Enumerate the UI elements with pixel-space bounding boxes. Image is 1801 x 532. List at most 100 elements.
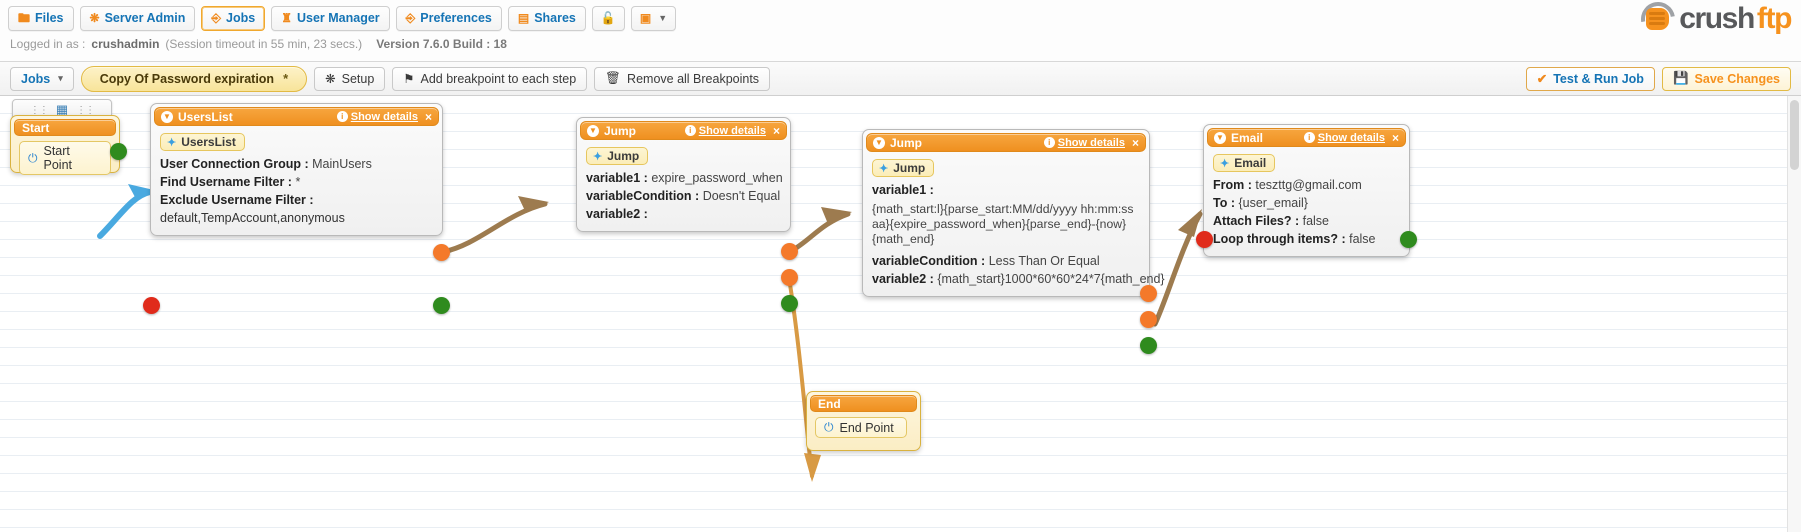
- node-output-port-orange-false[interactable]: [781, 269, 798, 286]
- start-node-title: Start: [22, 120, 50, 135]
- property-value: teszttg@gmail.com: [1255, 178, 1362, 192]
- book-icon: ▤: [517, 11, 530, 25]
- start-output-port[interactable]: [110, 143, 127, 160]
- property-row: To : {user_email}: [1213, 194, 1400, 212]
- show-details-link[interactable]: i Show details: [336, 111, 418, 123]
- add-breakpoint-button[interactable]: ⚑ Add breakpoint to each step: [392, 66, 588, 91]
- property-row: Loop through items? : false: [1213, 230, 1400, 248]
- end-node[interactable]: End ⏻ End Point: [806, 391, 921, 451]
- property-key: Find Username Filter :: [160, 175, 292, 189]
- node-title: Jump: [890, 135, 923, 150]
- nav-item-jobs[interactable]: ⎆ Jobs: [201, 5, 266, 31]
- gear-icon: ❋: [89, 11, 100, 25]
- node-type-chip[interactable]: ✦ Jump: [872, 159, 935, 177]
- start-node[interactable]: Start ⏻ Start Point: [10, 115, 127, 175]
- job-toolbar: Jobs ▾ Copy Of Password expiration * ❋ S…: [0, 62, 1801, 96]
- nav-label: Jobs: [226, 11, 256, 25]
- node-header[interactable]: ▼ Email i Show details ×: [1207, 128, 1406, 147]
- collapse-icon[interactable]: ▼: [587, 124, 599, 137]
- node-type-chip[interactable]: ✦ Email: [1213, 154, 1276, 172]
- nav-button-group: 🖿 Files ❋ Server Admin ⎆ Jobs ♜ User Man…: [8, 4, 1793, 32]
- collapse-icon[interactable]: ▼: [161, 110, 173, 123]
- info-icon: i: [1043, 137, 1055, 148]
- node-type-chip[interactable]: ✦ UsersList: [160, 133, 245, 151]
- property-key: variable1 :: [872, 183, 934, 197]
- property-row: Exclude Username Filter :: [160, 191, 433, 209]
- node-email[interactable]: ▼ Email i Show details × ✦ Email From : …: [1196, 124, 1417, 257]
- setup-button[interactable]: ❋ Setup: [314, 66, 386, 91]
- nav-item-preferences[interactable]: ⎆ Preferences: [395, 5, 502, 31]
- node-output-port-green[interactable]: [781, 295, 798, 312]
- property-row: From : teszttg@gmail.com: [1213, 176, 1400, 194]
- collapse-icon[interactable]: ▼: [873, 136, 885, 149]
- node-error-port-red[interactable]: [143, 297, 160, 314]
- close-icon[interactable]: ×: [1132, 136, 1139, 150]
- node-output-port-green[interactable]: [1140, 337, 1157, 354]
- wand-icon: ✦: [879, 162, 889, 175]
- show-details-link[interactable]: i Show details: [1043, 137, 1125, 149]
- node-output-port-orange-true[interactable]: [781, 243, 798, 260]
- save-changes-button[interactable]: 💾 Save Changes: [1661, 66, 1791, 91]
- node-jump-2[interactable]: ▼ Jump i Show details × ✦ Jump variable1…: [862, 129, 1165, 354]
- collapse-icon[interactable]: ▼: [1214, 131, 1226, 144]
- add-breakpoint-label: Add breakpoint to each step: [420, 71, 577, 86]
- property-value: MainUsers: [312, 157, 372, 171]
- start-point-chip[interactable]: ⏻ Start Point: [19, 141, 111, 175]
- node-header[interactable]: ▼ Jump i Show details ×: [580, 121, 787, 140]
- property-row: variable1 : expire_password_when: [586, 169, 783, 187]
- gear-icon: ❋: [325, 72, 336, 86]
- close-icon[interactable]: ×: [773, 124, 780, 138]
- app-root: 🖿 Files ❋ Server Admin ⎆ Jobs ♜ User Man…: [0, 0, 1801, 532]
- trash-icon: 🗑: [605, 71, 622, 85]
- nav-item-files[interactable]: 🖿 Files: [8, 5, 74, 31]
- node-jump-1[interactable]: ▼ Jump i Show details × ✦ Jump variable1…: [576, 117, 798, 312]
- remove-breakpoints-button[interactable]: 🗑 Remove all Breakpoints: [594, 66, 771, 91]
- canvas-scrollbar[interactable]: [1787, 96, 1801, 532]
- property-key: variable1 :: [586, 171, 648, 185]
- workflow-canvas[interactable]: ⋮⋮ ▦ ⋮⋮ Start ⏻ Start Point ▼ UsersList: [0, 96, 1801, 532]
- nav-item-shares[interactable]: ▤ Shares: [507, 5, 586, 31]
- node-output-port-green[interactable]: [1400, 231, 1417, 248]
- node-output-port-orange-false[interactable]: [1140, 311, 1157, 328]
- current-job-tab[interactable]: Copy Of Password expiration *: [80, 65, 308, 92]
- node-body: ✦ Jump variable1 : {math_start:l}{parse_…: [863, 155, 1165, 296]
- property-value: Doesn't Equal: [702, 189, 781, 203]
- node-header[interactable]: ▼ Jump i Show details ×: [866, 133, 1146, 152]
- node-type-chip[interactable]: ✦ Jump: [586, 147, 649, 165]
- node-error-port-red[interactable]: [1196, 231, 1213, 248]
- node-output-port-orange-true[interactable]: [1140, 285, 1157, 302]
- toolbar-right-group: ✔ Test & Run Job 💾 Save Changes: [1525, 66, 1791, 91]
- test-run-job-button[interactable]: ✔ Test & Run Job: [1525, 66, 1655, 91]
- wand-icon: ✦: [1220, 157, 1230, 170]
- close-icon[interactable]: ×: [425, 110, 432, 124]
- close-icon[interactable]: ×: [1392, 131, 1399, 145]
- node-body: ✦ UsersList User Connection Group : Main…: [151, 129, 442, 235]
- nav-label: Server Admin: [104, 11, 186, 25]
- end-point-label: End Point: [839, 420, 894, 435]
- jobs-dropdown-button[interactable]: Jobs ▾: [10, 66, 74, 91]
- start-node-header: Start: [14, 119, 116, 136]
- crushftp-logo-mark: [1634, 0, 1682, 43]
- end-point-chip[interactable]: ⏻ End Point: [815, 417, 907, 438]
- grip-icon: ⋮⋮: [29, 104, 49, 116]
- show-details-link[interactable]: i Show details: [1303, 132, 1385, 144]
- nav-item-lock[interactable]: 🔓: [591, 5, 625, 31]
- nav-item-image-menu[interactable]: ▣ ▼: [630, 5, 677, 31]
- property-key: From :: [1213, 178, 1252, 192]
- show-details-link[interactable]: i Show details: [684, 125, 766, 137]
- nav-item-user-manager[interactable]: ♜ User Manager: [271, 5, 390, 31]
- property-value: {user_email}: [1238, 196, 1308, 210]
- node-header[interactable]: ▼ UsersList i Show details ×: [154, 107, 439, 126]
- start-point-label: Start Point: [43, 144, 73, 172]
- clipboard-icon: ⎆: [405, 11, 416, 25]
- property-row: User Connection Group : MainUsers: [160, 155, 433, 173]
- node-title: UsersList: [178, 109, 233, 124]
- node-output-port-orange[interactable]: [433, 244, 450, 261]
- node-output-port-green[interactable]: [433, 297, 450, 314]
- nav-item-server-admin[interactable]: ❋ Server Admin: [79, 5, 196, 31]
- scrollbar-thumb[interactable]: [1790, 100, 1799, 170]
- username-value: crushadmin: [91, 37, 160, 51]
- node-userslist[interactable]: ▼ UsersList i Show details × ✦ UsersList…: [143, 103, 450, 314]
- property-row: Find Username Filter : *: [160, 173, 433, 191]
- property-key: variableCondition :: [872, 254, 986, 268]
